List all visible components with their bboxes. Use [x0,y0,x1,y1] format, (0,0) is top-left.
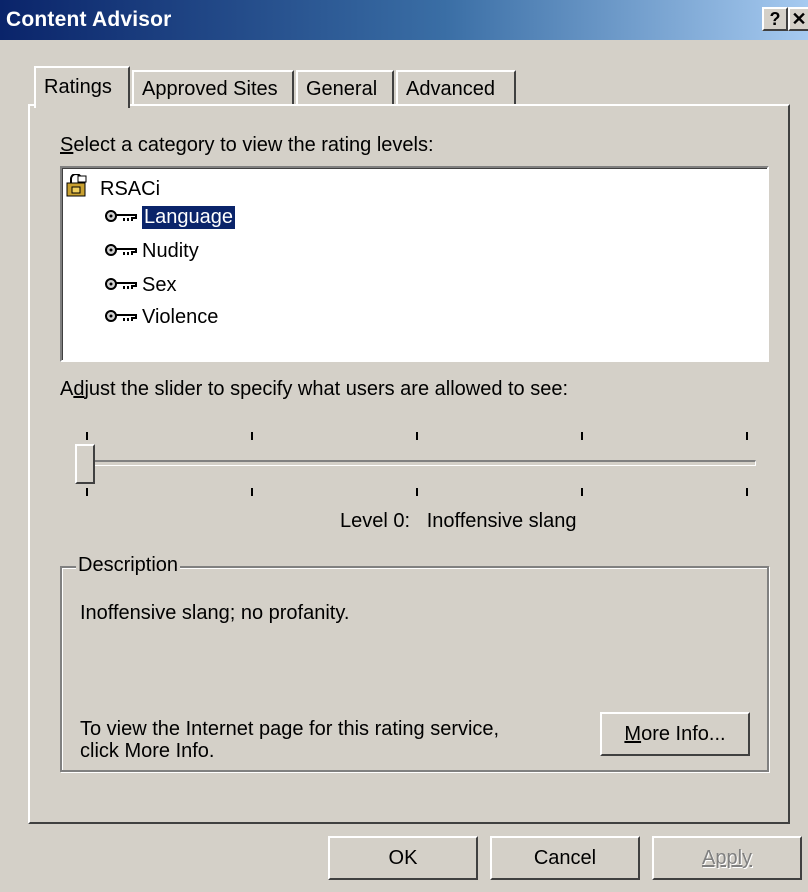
more-info-button[interactable]: More Info... [600,712,750,756]
apply-button: Apply [652,836,802,880]
tree-item-label: Nudity [142,240,199,262]
slider-tick [251,432,253,440]
more-info-mnemonic: M [624,723,642,745]
category-label: Select a category to view the rating lev… [60,134,434,157]
cancel-button[interactable]: Cancel [490,836,640,880]
tab-advanced[interactable]: Advanced [396,70,516,106]
description-text: Inoffensive slang; no profanity. [80,602,350,624]
slider-tick [746,488,748,496]
key-icon [104,240,138,263]
ratings-service-icon [66,173,96,204]
help-button[interactable]: ? [762,7,788,31]
tab-approved-sites-label: Approved Sites [142,78,278,100]
slider-tick [416,432,418,440]
info-text-line1: To view the Internet page for this ratin… [80,718,500,740]
rating-slider-thumb[interactable] [75,444,95,484]
tab-ratings[interactable]: Ratings [34,66,130,108]
key-icon [104,206,138,229]
more-info-label: ore Info... [641,723,726,745]
slider-tick [86,432,88,440]
tree-root-label: RSACi [100,177,161,200]
tree-item-nudity[interactable]: Nudity [104,240,199,263]
slider-label-mnemonic: d [73,378,85,400]
key-icon [104,306,138,329]
slider-tick [746,432,748,440]
category-label-mnemonic: S [60,134,74,156]
rating-slider-track[interactable] [86,460,756,466]
slider-tick [581,488,583,496]
tab-advanced-label: Advanced [406,78,495,100]
close-icon: ✕ [791,9,807,29]
category-label-text: elect a category to view the rating leve… [73,134,434,156]
slider-tick [416,488,418,496]
tree-root-rsaci[interactable]: RSACi [66,173,161,204]
tab-general[interactable]: General [296,70,394,106]
category-tree[interactable]: RSACi Language Nudity Sex Violence [60,166,769,362]
ok-label: OK [388,847,418,869]
slider-label-text: just the slider to specify what users ar… [84,378,569,400]
help-icon: ? [769,9,781,29]
tree-item-label: Sex [142,274,177,296]
level-text: Level 0: Inoffensive slang [340,510,577,532]
tree-item-language[interactable]: Language [104,205,236,230]
close-button[interactable]: ✕ [788,7,808,31]
slider-tick [251,488,253,496]
tree-item-sex[interactable]: Sex [104,274,176,297]
tree-item-label: Language [141,205,236,230]
key-icon [104,274,138,297]
ok-button[interactable]: OK [328,836,478,880]
apply-label: Apply [701,847,753,869]
window-title: Content Advisor [6,8,172,31]
tab-ratings-label: Ratings [44,76,112,98]
info-text-line2: click More Info. [80,740,215,762]
description-title: Description [76,554,181,577]
slider-label: Adjust the slider to specify what users … [60,378,568,401]
cancel-label: Cancel [533,847,597,869]
tree-item-violence[interactable]: Violence [104,306,218,329]
tab-approved-sites[interactable]: Approved Sites [132,70,294,106]
title-bar: Content Advisor ? ✕ [0,0,808,40]
slider-label-start: A [60,378,74,400]
tree-item-label: Violence [142,306,219,328]
slider-tick [581,432,583,440]
tab-general-label: General [306,78,378,100]
slider-tick [86,488,88,496]
